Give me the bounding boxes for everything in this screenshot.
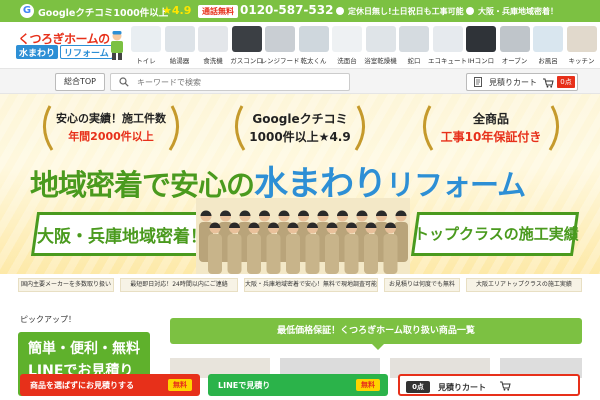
- line-estimate-button[interactable]: LINEで見積り 無料: [208, 374, 388, 396]
- mascot-icon: [111, 31, 123, 60]
- google-rating: ★4.9: [162, 4, 192, 17]
- pickup-heading: ピックアップ！: [20, 315, 76, 324]
- top-bar: G Googleクチコミ1000件以上 ★4.9 通話無料 0120-587-5…: [0, 0, 600, 22]
- footer-cart-button[interactable]: 0点 見積りカート: [398, 374, 580, 396]
- free-badge: 無料: [168, 379, 192, 391]
- estimate-cart-button[interactable]: 見積りカート 0点: [466, 73, 578, 91]
- cart-label: 見積りカート: [489, 78, 537, 87]
- free-call-badge: 通話無料: [198, 5, 238, 18]
- headline-part-c: リフォーム: [386, 168, 526, 202]
- staff-group-photo: [196, 198, 410, 274]
- area-note: 大阪・兵庫地域密着！: [478, 7, 558, 16]
- category-item[interactable]: キッチン: [564, 24, 600, 66]
- cart-icon: [543, 78, 554, 88]
- award-wreath-google: Googleクチコミ 1000件以上★4.9: [230, 98, 370, 158]
- wreath3-line1: 全商品: [472, 112, 509, 126]
- award-wreath-warranty: 全商品 工事10年保証付き: [416, 98, 566, 158]
- category-image: [131, 26, 161, 52]
- free-badge: 無料: [356, 379, 380, 391]
- category-image: [566, 26, 597, 52]
- feature-chip: 最短即日対応！24時間以内にご連絡: [120, 278, 238, 292]
- pickup-banner-line1: 簡単・便利・無料: [28, 341, 140, 357]
- search-box[interactable]: [110, 73, 350, 91]
- feature-chip: 大阪エリアトップクラスの施工実績: [466, 278, 582, 292]
- service-note: 定休日無し!土日祝日も工事可能: [348, 7, 464, 16]
- estimate-without-product-button[interactable]: 商品を選ばずにお見積りする 無料: [20, 374, 200, 396]
- feature-chip: 大阪・兵庫地域密着で安心！無料で現地調査可能: [244, 278, 378, 292]
- feature-chip: お見積りは何度でも無料: [384, 278, 460, 292]
- site-logo[interactable]: くつろぎホームの 水まわり リフォーム: [16, 30, 123, 64]
- section-title-bar: 最低価格保証！くつろぎホーム取り扱い商品一覧: [170, 318, 582, 350]
- google-logo-icon: G: [20, 4, 34, 18]
- banner-area: 大阪・兵庫地域密着！: [30, 212, 214, 256]
- banner-results: トップクラスの施工実績: [410, 212, 580, 256]
- award-wreath-experience: 安心の実績！施工件数 年間2000件以上: [36, 98, 186, 158]
- check-icon: [466, 7, 474, 15]
- search-icon: [119, 77, 129, 87]
- category-image: [265, 26, 295, 52]
- category-image: [499, 26, 530, 52]
- footer-cart-count: 0点: [406, 381, 430, 393]
- category-image: [198, 26, 228, 52]
- line-button-label: LINEで見積り: [218, 381, 271, 390]
- cart-count-badge: 0点: [557, 76, 575, 88]
- category-image: [432, 26, 463, 52]
- category-label: キッチン: [568, 57, 595, 65]
- category-image: [399, 26, 429, 52]
- hero-banner[interactable]: 安心の実績！施工件数 年間2000件以上 Googleクチコミ 1000件以上★…: [0, 94, 600, 274]
- category-image: [466, 26, 496, 52]
- document-icon: [474, 77, 482, 87]
- category-nav: トイレ 給湯器 食洗機 ガスコンロ レンジフード 乾太くん 洗面台 浴室乾燥機 蛇口 エコキュート…: [128, 24, 600, 66]
- wreath1-line1: 安心の実績！施工件数: [56, 112, 166, 125]
- feature-strip: 国内主要メーカーを多数取り扱い 最短即日対応！24時間以内にご連絡 大阪・兵庫地…: [0, 274, 600, 296]
- wreath2-line2: 1000件以上★4.9: [249, 130, 351, 144]
- home-top-button[interactable]: 総合TOP: [55, 73, 105, 91]
- search-input[interactable]: [137, 75, 337, 89]
- banner-left-text: 大阪・兵庫地域密着！: [37, 227, 207, 247]
- floating-action-bar: 商品を選ばずにお見積りする 無料 LINEで見積り 無料 0点 見積りカート: [0, 372, 600, 400]
- feature-chip: 国内主要メーカーを多数取り扱い: [18, 278, 114, 292]
- logo-line2: 水まわり: [16, 45, 59, 59]
- category-image: [332, 26, 362, 52]
- category-image: [298, 26, 329, 52]
- category-image: [231, 26, 262, 52]
- nav-bar: 総合TOP 見積りカート 0点: [0, 68, 600, 94]
- wreath3-line2: 工事10年保証付き: [440, 130, 542, 144]
- category-image: [164, 26, 195, 52]
- headline-part-a: 地域密着で安心の: [30, 168, 255, 202]
- banner-right-text: トップクラスの施工実績: [414, 225, 579, 243]
- category-image: [533, 26, 563, 52]
- phone-number[interactable]: 0120-587-532: [240, 3, 333, 17]
- logo-line3: リフォーム: [60, 45, 113, 59]
- wreath1-line2: 年間2000件以上: [68, 130, 154, 143]
- category-image: [365, 26, 396, 52]
- hero-headline: 地域密着で安心の水まわりリフォーム: [30, 156, 570, 204]
- footer-cart-label: 見積りカート: [438, 383, 486, 392]
- section-title: 最低価格保証！くつろぎホーム取り扱い商品一覧: [277, 326, 475, 336]
- google-review-label: Googleクチコミ1000件以上: [38, 8, 169, 19]
- cart-icon: [500, 381, 511, 391]
- check-icon: [336, 7, 344, 15]
- estimate-button-label: 商品を選ばずにお見積りする: [30, 381, 134, 390]
- wreath2-line1: Googleクチコミ: [252, 112, 348, 126]
